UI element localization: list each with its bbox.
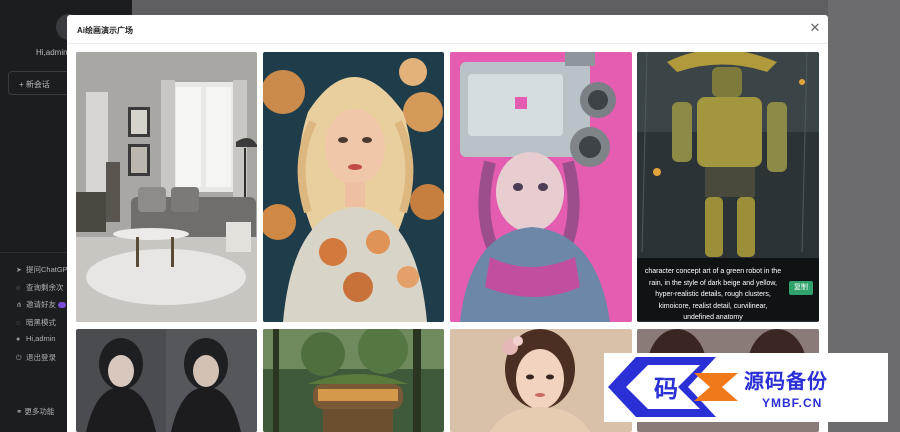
- copy-button[interactable]: 复制: [789, 281, 813, 295]
- watermark-logo: 码 源码备份 YMBF.CN: [604, 353, 888, 422]
- logout-icon: ⏻: [16, 354, 22, 362]
- gallery-image-forest-house[interactable]: [263, 329, 444, 432]
- living-room-picture: [76, 52, 257, 322]
- share-icon: ⋔: [16, 302, 22, 309]
- search-icon: ○: [16, 284, 21, 292]
- close-icon[interactable]: ✕: [808, 21, 822, 35]
- forest-house-picture: [263, 329, 444, 432]
- gallery-image-dark-women[interactable]: [76, 329, 257, 432]
- gallery-image-living-room[interactable]: [76, 52, 257, 322]
- backdrop: [132, 0, 900, 14]
- dark-women-picture: [76, 329, 257, 432]
- blonde-woman-picture: [263, 52, 444, 322]
- watermark-glyph: 码: [654, 375, 678, 403]
- invite-badge: [58, 302, 66, 309]
- watermark-url: YMBF.CN: [762, 396, 823, 410]
- watermark-arrow-icon: 码: [608, 357, 738, 417]
- watermark-title: 源码备份: [744, 371, 828, 393]
- modal-divider: [67, 43, 828, 44]
- send-icon: ➤: [16, 267, 22, 274]
- tv-head-girl-picture: [450, 52, 632, 322]
- modal-title: Ai绘画演示广场: [77, 26, 133, 35]
- gallery-image-blonde-woman[interactable]: [263, 52, 444, 322]
- gallery-image-tv-head-girl[interactable]: [450, 52, 632, 322]
- user-icon: ●: [16, 336, 21, 343]
- prompt-text: character concept art of a green robot i…: [644, 268, 782, 321]
- gallery-image-green-robot[interactable]: character concept art of a green robot i…: [637, 52, 819, 322]
- user-greeting: Hi,admin: [36, 48, 68, 57]
- sidebar-more-button[interactable]: ⚭ 更多功能: [16, 406, 54, 417]
- prompt-overlay: character concept art of a green robot i…: [637, 258, 819, 321]
- moon-icon: ◌: [16, 319, 21, 327]
